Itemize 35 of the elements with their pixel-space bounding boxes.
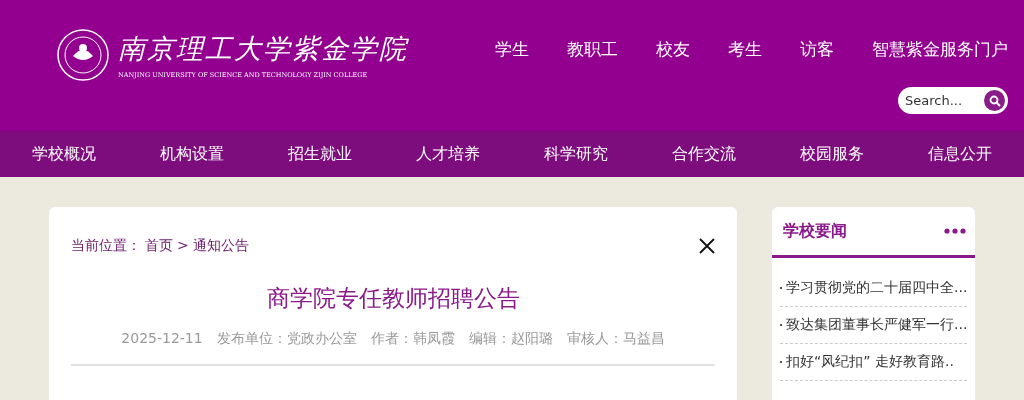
article-meta: 发布单位：党政办公室 (216, 330, 357, 348)
news-item[interactable]: 致达集团董事长严健军一行... (780, 307, 967, 344)
article-meta: 审核人：马益昌 (566, 330, 665, 348)
article-title: 商学院专任教师招聘公告 (265, 284, 521, 313)
news-item[interactable]: 扣好“风纪扣” 走好教育路.. (780, 344, 967, 381)
nav-item[interactable]: 学校概况 (32, 143, 96, 165)
close-icon[interactable] (699, 238, 715, 254)
search-field[interactable]: Search... (898, 87, 1008, 114)
panel-title: 学校要闻 (783, 220, 847, 242)
breadcrumb-link[interactable]: 通知公告 (192, 237, 249, 255)
top-link[interactable]: 校友 (656, 38, 690, 61)
nav-item[interactable]: 科学研究 (544, 143, 608, 165)
article-meta: 编辑：赵阳璐 (468, 330, 553, 348)
top-link[interactable]: 学生 (495, 38, 529, 61)
news-item[interactable]: 学习贯彻党的二十届四中全... (780, 270, 967, 307)
breadcrumb-link[interactable]: 首页 (145, 237, 173, 255)
top-link[interactable]: 智慧紫金服务门户 (872, 38, 1008, 61)
breadcrumb-separator: > (177, 237, 189, 255)
search-icon (988, 94, 1001, 107)
search-button[interactable] (984, 90, 1005, 111)
article-meta: 作者：韩凤霞 (370, 330, 455, 348)
nav-item[interactable]: 招生就业 (288, 143, 352, 165)
nav-item[interactable]: 合作交流 (672, 143, 736, 165)
top-link[interactable]: 教职工 (567, 38, 618, 61)
nav-item[interactable]: 校园服务 (800, 143, 864, 165)
breadcrumb-label: 当前位置： (71, 237, 141, 255)
more-icon[interactable] (944, 228, 966, 234)
top-link[interactable]: 考生 (728, 38, 762, 61)
article-meta: 2025-12-11 (121, 330, 203, 348)
nav-item[interactable]: 人才培养 (416, 143, 480, 165)
emblem-icon (56, 28, 110, 82)
nav-item[interactable]: 机构设置 (160, 143, 224, 165)
college-name: 南京理工大学紫金学院 (118, 32, 408, 66)
nav-item[interactable]: 信息公开 (928, 143, 992, 165)
top-link[interactable]: 访客 (800, 38, 834, 61)
